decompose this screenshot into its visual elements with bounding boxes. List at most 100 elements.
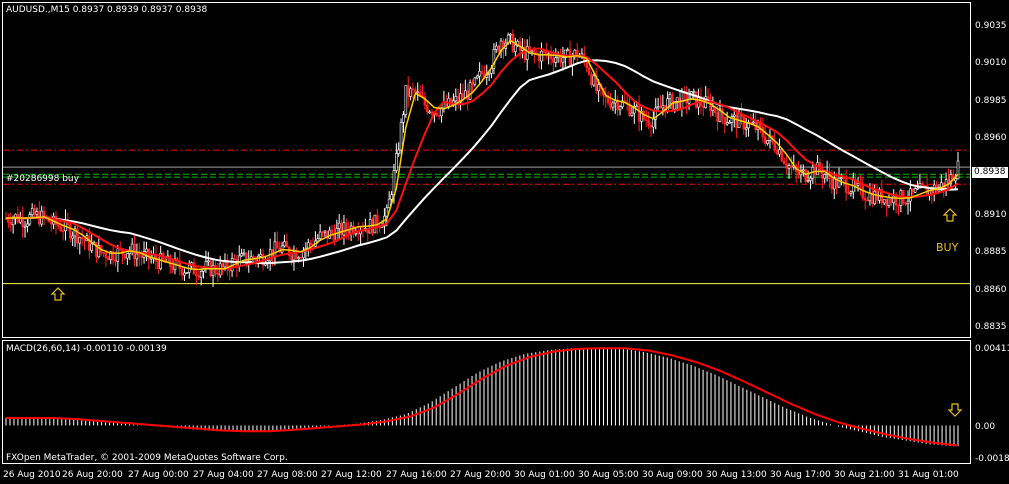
candle-body — [475, 75, 479, 79]
candle-body — [540, 51, 543, 62]
candle-body — [461, 93, 465, 99]
candle-body — [840, 177, 843, 179]
candle-body — [666, 98, 669, 112]
candle-body — [409, 88, 412, 97]
candle-body — [71, 235, 74, 239]
candle-body — [892, 195, 896, 204]
candle-body — [630, 112, 634, 116]
copyright-text: FXOpen MetaTrader, © 2001-2009 MetaQuote… — [6, 453, 288, 463]
candle-body — [644, 119, 648, 121]
candle-body — [42, 210, 46, 217]
candle-body — [392, 170, 396, 196]
candle-body — [468, 82, 472, 100]
candle-body — [211, 264, 215, 277]
candle-body — [944, 179, 948, 189]
chart-canvas[interactable] — [0, 0, 1009, 484]
candle-body — [378, 226, 381, 229]
candle-body — [88, 235, 91, 251]
price-tick: 0.8960 — [975, 133, 1007, 143]
candle-body — [587, 67, 591, 75]
candle-body — [525, 46, 529, 60]
candle-body — [763, 136, 767, 144]
candle-body — [342, 222, 346, 236]
candle-body — [744, 127, 748, 130]
candle-body — [659, 106, 662, 109]
order-label[interactable]: #20286998 buy — [6, 174, 79, 184]
candle-body — [909, 188, 912, 202]
candle-body — [68, 224, 72, 239]
candle-body — [652, 118, 655, 128]
candle-body — [656, 106, 660, 109]
candle-body — [590, 74, 593, 86]
candle-body — [863, 197, 867, 201]
candle-body — [866, 199, 869, 202]
candle-body — [83, 238, 86, 242]
candle-body — [592, 75, 596, 86]
time-tick: 27 Aug 12:00 — [321, 470, 382, 480]
candle-body — [416, 91, 420, 94]
candle-body — [913, 188, 917, 193]
candle-body — [785, 163, 788, 169]
time-tick: 31 Aug 01:00 — [898, 470, 959, 480]
candle-body — [145, 248, 148, 253]
candle-body — [661, 105, 665, 109]
candle-body — [775, 149, 779, 155]
time-tick: 26 Aug 2010 — [3, 470, 61, 480]
price-tick: 0.8885 — [975, 247, 1007, 257]
time-tick: 26 Aug 20:00 — [62, 470, 123, 480]
time-tick: 30 Aug 01:00 — [514, 470, 575, 480]
candle-body — [849, 191, 853, 194]
candle-body — [611, 102, 615, 108]
macd-pane-frame — [2, 340, 971, 464]
candle-body — [330, 229, 334, 234]
candle-body — [80, 237, 84, 240]
candle-body — [552, 58, 555, 63]
candle-body — [542, 51, 546, 53]
candle-body — [428, 111, 431, 114]
candle-body — [435, 112, 439, 116]
candle-body — [916, 187, 919, 190]
candle-body — [183, 272, 186, 276]
candle-body — [240, 253, 243, 257]
candle-body — [207, 260, 210, 263]
candle-body — [809, 177, 812, 181]
candle-body — [842, 177, 846, 179]
candle-body — [790, 165, 793, 168]
candle-body — [373, 214, 377, 234]
candle-body — [766, 140, 769, 144]
candle-body — [725, 122, 729, 125]
buy-arrow-icon — [942, 208, 958, 222]
candle-body — [406, 85, 410, 97]
candle-body — [716, 112, 719, 122]
candle-body — [140, 255, 143, 258]
candle-body — [114, 259, 117, 262]
price-tick: 0.8860 — [975, 285, 1007, 295]
candle-body — [290, 255, 293, 261]
candle-body — [668, 94, 672, 99]
macd-signal-line — [6, 347, 959, 447]
candle-body — [873, 191, 877, 205]
ma-slow-line — [5, 59, 959, 265]
candle-body — [33, 207, 36, 215]
arrows-layer — [50, 208, 963, 417]
candle-body — [806, 180, 810, 182]
candle-body — [107, 257, 110, 260]
candle-body — [890, 197, 893, 204]
candle-body — [335, 228, 339, 242]
signal-down-arrow-icon — [947, 403, 963, 417]
candle-body — [171, 266, 174, 271]
candle-body — [887, 197, 891, 206]
candle-body — [157, 260, 160, 269]
candle-body — [135, 253, 139, 260]
candle-body — [954, 178, 957, 182]
candle-body — [49, 221, 53, 225]
macd-tick: -0.00183 — [975, 454, 1009, 464]
price-tick: 0.8985 — [975, 96, 1007, 106]
candle-body — [35, 211, 39, 215]
candle-body — [11, 218, 15, 226]
candle-body — [897, 204, 900, 207]
candle-body — [780, 149, 784, 162]
candle-body — [123, 253, 127, 259]
time-tick: 27 Aug 08:00 — [257, 470, 318, 480]
candle-body — [723, 117, 727, 125]
